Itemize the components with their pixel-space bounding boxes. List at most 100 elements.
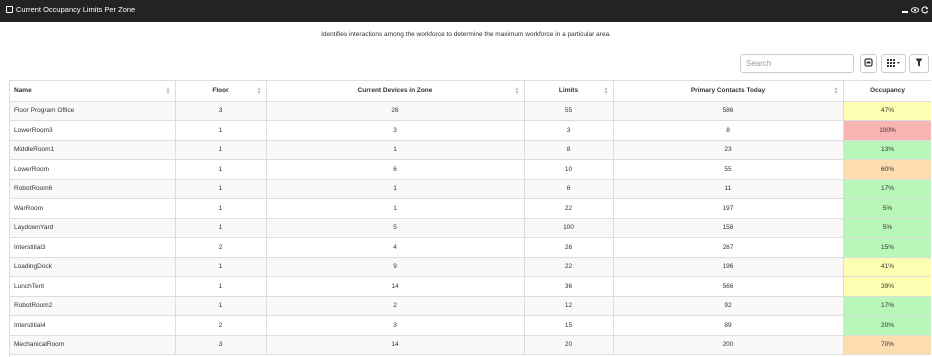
cell-floor: 1 (175, 120, 267, 141)
cell-limits: 20 (524, 335, 614, 355)
cell-floor: 1 (175, 296, 267, 316)
filter-icon (915, 58, 923, 69)
cell-occupancy: 15% (843, 237, 931, 258)
cell-limits: 6 (524, 179, 614, 199)
cell-contacts: 267 (613, 237, 844, 258)
cell-occupancy: 47% (843, 101, 931, 121)
cell-limits: 3 (524, 120, 614, 141)
cell-devices: 14 (266, 276, 525, 297)
cell-name: LoadingDock (10, 257, 176, 277)
cell-contacts: 89 (613, 315, 844, 336)
table-row[interactable]: MiddleRoom1 1 1 8 23 13% (10, 140, 931, 160)
columns-button[interactable] (881, 54, 906, 73)
cell-devices: 3 (266, 120, 525, 141)
table-row[interactable]: RobotRoom6 1 1 6 11 17% (10, 179, 931, 199)
cell-contacts: 8 (613, 120, 844, 141)
sort-icon: ▲ ▼ (256, 86, 262, 96)
page-description: Identifies interactions among the workfo… (321, 31, 611, 38)
cell-name: LowerRoom (10, 159, 176, 180)
table-row[interactable]: LaydownYard 1 5 100 158 5% (10, 218, 931, 238)
cell-devices: 1 (266, 198, 525, 219)
sort-icon: ▲ ▼ (165, 86, 171, 96)
cell-contacts: 23 (613, 140, 844, 160)
cell-devices: 26 (266, 101, 525, 121)
toggle-view-icon (864, 58, 873, 69)
cell-contacts: 158 (613, 218, 844, 238)
table-row[interactable]: Interstitial4 2 3 15 89 20% (10, 315, 931, 336)
table-row[interactable]: LunchTent 1 14 36 566 39% (10, 276, 931, 297)
column-header-devices[interactable]: Current Devices in Zone ▲ ▼ (266, 81, 525, 102)
cell-floor: 3 (175, 101, 267, 121)
cell-occupancy: 60% (843, 159, 931, 180)
cell-floor: 2 (175, 237, 267, 258)
cell-contacts: 196 (613, 257, 844, 277)
cell-devices: 9 (266, 257, 525, 277)
toggle-view-button[interactable] (860, 54, 877, 73)
cell-limits: 22 (524, 198, 614, 219)
column-header-occupancy[interactable]: Occupancy (843, 81, 931, 102)
column-header-limits[interactable]: Limits ▲ ▼ (524, 81, 614, 102)
cell-devices: 5 (266, 218, 525, 238)
table-row[interactable]: RobotRoom2 1 2 12 92 17% (10, 296, 931, 316)
minimize-icon[interactable] (901, 5, 909, 15)
cell-name: MiddleRoom1 (10, 140, 176, 160)
table-row[interactable]: LowerRoom3 1 3 3 8 100% (10, 120, 931, 141)
cell-limits: 26 (524, 237, 614, 258)
cell-occupancy: 20% (843, 315, 931, 336)
table-row[interactable]: Floor Program Office 3 26 55 586 47% (10, 101, 931, 121)
cell-devices: 1 (266, 179, 525, 199)
search-input[interactable] (741, 55, 853, 72)
cell-limits: 10 (524, 159, 614, 180)
window-icon (6, 6, 13, 13)
cell-contacts: 566 (613, 276, 844, 297)
cell-limits: 15 (524, 315, 614, 336)
cell-floor: 1 (175, 276, 267, 297)
cell-occupancy: 5% (843, 218, 931, 238)
table-row[interactable]: MechanicalRoom 3 14 20 200 70% (10, 335, 931, 355)
cell-contacts: 11 (613, 179, 844, 199)
cell-devices: 1 (266, 140, 525, 160)
cell-contacts: 586 (613, 101, 844, 121)
cell-devices: 2 (266, 296, 525, 316)
cell-floor: 1 (175, 179, 267, 199)
cell-floor: 2 (175, 315, 267, 336)
table-row[interactable]: Interstitial3 2 4 26 267 15% (10, 237, 931, 258)
cell-occupancy: 100% (843, 120, 931, 141)
cell-name: LowerRoom3 (10, 120, 176, 141)
cell-floor: 3 (175, 335, 267, 355)
visibility-icon[interactable] (911, 5, 919, 15)
cell-limits: 100 (524, 218, 614, 238)
occupancy-table-container: Name ▲ ▼ Floor ▲ ▼ Current Devices in Zone ▲ ▼… (9, 80, 931, 357)
cell-name: LaydownYard (10, 218, 176, 238)
table-row[interactable]: LowerRoom 1 6 10 55 60% (10, 159, 931, 180)
cell-devices: 3 (266, 315, 525, 336)
cell-occupancy: 17% (843, 179, 931, 199)
cell-floor: 1 (175, 257, 267, 277)
cell-name: WarRoom (10, 198, 176, 219)
table-row[interactable]: LoadingDock 1 9 22 196 41% (10, 257, 931, 277)
cell-limits: 55 (524, 101, 614, 121)
cell-contacts: 197 (613, 198, 844, 219)
refresh-icon[interactable] (921, 5, 929, 15)
column-header-name[interactable]: Name ▲ ▼ (10, 81, 176, 102)
window-title: Current Occupancy Limits Per Zone (16, 5, 136, 14)
cell-floor: 1 (175, 218, 267, 238)
cell-devices: 14 (266, 335, 525, 355)
cell-devices: 6 (266, 159, 525, 180)
filter-button[interactable] (909, 54, 929, 73)
title-bar: Current Occupancy Limits Per Zone (0, 0, 932, 22)
cell-occupancy: 13% (843, 140, 931, 160)
cell-occupancy: 17% (843, 296, 931, 316)
sort-icon: ▲ ▼ (514, 86, 520, 96)
sort-icon: ▲ ▼ (603, 86, 609, 96)
search-field[interactable] (740, 54, 854, 73)
cell-name: RobotRoom6 (10, 179, 176, 199)
column-header-contacts[interactable]: Primary Contacts Today ▲ ▼ (613, 81, 844, 102)
cell-name: Interstitial4 (10, 315, 176, 336)
cell-name: RobotRoom2 (10, 296, 176, 316)
occupancy-table: Name ▲ ▼ Floor ▲ ▼ Current Devices in Zone ▲ ▼… (10, 81, 931, 355)
cell-occupancy: 39% (843, 276, 931, 297)
column-header-floor[interactable]: Floor ▲ ▼ (175, 81, 267, 102)
table-header-row: Name ▲ ▼ Floor ▲ ▼ Current Devices in Zone ▲ ▼… (10, 81, 931, 102)
table-row[interactable]: WarRoom 1 1 22 197 5% (10, 198, 931, 219)
